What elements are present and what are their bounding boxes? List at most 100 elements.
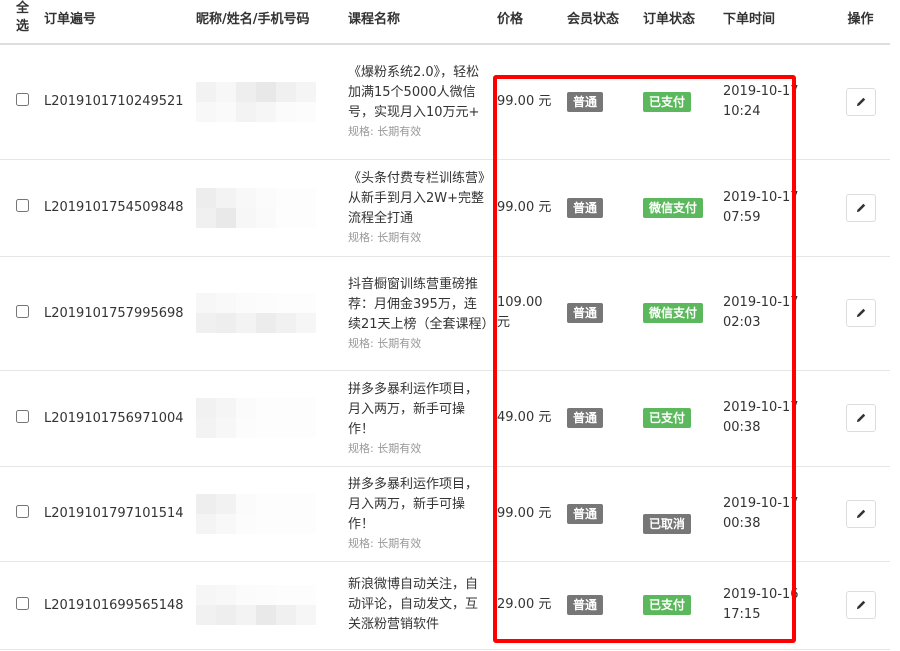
- row-checkbox-cell: [0, 466, 40, 562]
- action-cell: [831, 44, 890, 160]
- table-row: L2019101710249521 《爆粉系统2.0》，轻松加满15个5000人…: [0, 44, 890, 160]
- order-time-cell: 2019-10-17 00:38: [719, 466, 831, 562]
- row-checkbox[interactable]: [16, 505, 29, 518]
- price: 109.00 元: [497, 295, 543, 330]
- member-status-cell: 普通: [563, 256, 639, 371]
- order-status-cell: 微信支付: [639, 159, 719, 257]
- course-title: 拼多多暴利运作项目，月入两万，新手可操作！: [348, 477, 479, 532]
- select-all-header[interactable]: 全选: [0, 0, 40, 45]
- blurred-user-info: [196, 398, 316, 438]
- action-cell: [831, 370, 890, 467]
- course-spec: 规格: 长期有效: [348, 125, 422, 139]
- member-status-badge: 普通: [567, 503, 604, 524]
- user-cell: [192, 370, 344, 467]
- course-cell: 拼多多暴利运作项目，月入两万，新手可操作！ 规格: 长期有效: [344, 466, 493, 562]
- member-status-cell: 普通: [563, 44, 639, 160]
- course-title: 《头条付费专栏训练营》从新手到月入2W+完整流程全打通: [348, 171, 485, 226]
- course-cell: 《爆粉系统2.0》，轻松加满15个5000人微信号，实现月入10万元+ 规格: …: [344, 44, 493, 160]
- row-checkbox[interactable]: [16, 409, 29, 423]
- pencil-icon: [856, 203, 865, 212]
- order-time-cell: 2019-10-16 17:15: [719, 561, 831, 650]
- row-checkbox[interactable]: [16, 596, 29, 610]
- edit-button[interactable]: [845, 404, 876, 432]
- member-status-badge: 普通: [567, 595, 604, 615]
- pencil-icon: [856, 97, 865, 106]
- order-no: L2019101710249521: [40, 44, 192, 160]
- order-status-badge: 微信支付: [643, 303, 704, 323]
- row-checkbox[interactable]: [16, 93, 29, 107]
- order-no: L2019101699565148: [40, 561, 192, 650]
- edit-button[interactable]: [845, 87, 876, 116]
- order-status-header: 订单状态: [639, 0, 719, 45]
- action-cell: [831, 256, 890, 371]
- orders-table: 全选 订单遍号 昵称/姓名/手机号码 课程名称 价格 会员状态 订单状态 下单时…: [0, 0, 890, 650]
- member-status-header: 会员状态: [563, 0, 639, 45]
- action-cell: [831, 466, 890, 562]
- course-cell: 拼多多暴利运作项目，月入两万，新手可操作！ 规格: 长期有效: [344, 370, 493, 467]
- blurred-user-info: [196, 585, 316, 625]
- course-title: 新浪微博自动关注，自动评论，自动发文，互关涨粉营销软件: [348, 577, 479, 632]
- user-cell: [192, 159, 344, 257]
- user-cell: [192, 561, 344, 650]
- price: 99.00 元: [497, 505, 552, 521]
- blurred-user-info: [196, 187, 316, 228]
- order-time-cell: 2019-10-17 07:59: [719, 159, 831, 257]
- edit-button[interactable]: [845, 193, 876, 222]
- member-status-badge: 普通: [567, 303, 604, 323]
- order-status-badge: 已支付: [643, 595, 692, 615]
- blurred-user-info: [196, 493, 316, 534]
- price: 99.00 元: [497, 93, 552, 109]
- course-spec: 规格: 长期有效: [348, 537, 422, 550]
- order-time: 2019-10-17 07:59: [723, 189, 799, 225]
- action-cell: [831, 159, 890, 257]
- row-checkbox-cell: [0, 370, 40, 467]
- edit-button[interactable]: [845, 299, 876, 327]
- price: 99.00 元: [497, 199, 552, 215]
- table-row: L2019101754509848 《头条付费专栏训练营》从新手到月入2W+完整…: [0, 159, 890, 257]
- row-checkbox[interactable]: [16, 304, 29, 318]
- order-status-badge: 已取消: [643, 513, 692, 534]
- table-row: L2019101797101514 拼多多暴利运作项目，月入两万，新手可操作！ …: [0, 466, 890, 562]
- order-no: L2019101754509848: [40, 159, 192, 257]
- table-row: L2019101699565148 新浪微博自动关注，自动评论，自动发文，互关涨…: [0, 561, 890, 650]
- edit-button[interactable]: [845, 591, 876, 619]
- price-cell: 109.00 元: [493, 256, 563, 371]
- action-header: 操作: [831, 0, 890, 45]
- user-cell: [192, 256, 344, 371]
- user-cell: [192, 466, 344, 562]
- order-no: L2019101797101514: [40, 466, 192, 562]
- member-status-badge: 普通: [567, 197, 604, 218]
- order-time: 2019-10-17 00:38: [723, 495, 799, 531]
- order-status-badge: 已支付: [643, 91, 692, 112]
- order-status-cell: 微信支付: [639, 256, 719, 371]
- order-status-cell: 已支付: [639, 44, 719, 160]
- row-checkbox-cell: [0, 256, 40, 371]
- order-time: 2019-10-17 10:24: [723, 83, 799, 119]
- row-checkbox[interactable]: [16, 199, 29, 212]
- member-status-cell: 普通: [563, 561, 639, 650]
- table-row: L2019101757995698 抖音橱窗训练营重磅推荐：月佣金395万，连续…: [0, 256, 890, 371]
- action-cell: [831, 561, 890, 650]
- pencil-icon: [856, 600, 865, 609]
- order-time: 2019-10-17 02:03: [723, 295, 799, 330]
- course-title: 《爆粉系统2.0》，轻松加满15个5000人微信号，实现月入10万元+: [348, 65, 480, 121]
- order-no-header: 订单遍号: [40, 0, 192, 45]
- blurred-user-info: [196, 293, 316, 333]
- course-spec: 规格: 长期有效: [348, 336, 422, 350]
- member-status-badge: 普通: [567, 91, 604, 112]
- order-time: 2019-10-17 00:38: [723, 400, 799, 435]
- course-header: 课程名称: [344, 0, 493, 45]
- order-status-badge: 微信支付: [643, 197, 704, 218]
- order-time-header: 下单时间: [719, 0, 831, 45]
- member-status-cell: 普通: [563, 159, 639, 257]
- edit-button[interactable]: [845, 499, 876, 528]
- course-cell: 新浪微博自动关注，自动评论，自动发文，互关涨粉营销软件: [344, 561, 493, 650]
- price-cell: 29.00 元: [493, 561, 563, 650]
- pencil-icon: [856, 413, 865, 422]
- price: 29.00 元: [497, 597, 552, 612]
- member-status-cell: 普通: [563, 466, 639, 562]
- row-checkbox-cell: [0, 159, 40, 257]
- price-cell: 99.00 元: [493, 44, 563, 160]
- course-cell: 抖音橱窗训练营重磅推荐：月佣金395万，连续21天上榜（全套课程） 规格: 长期…: [344, 256, 495, 371]
- course-title: 拼多多暴利运作项目，月入两万，新手可操作！: [348, 381, 479, 437]
